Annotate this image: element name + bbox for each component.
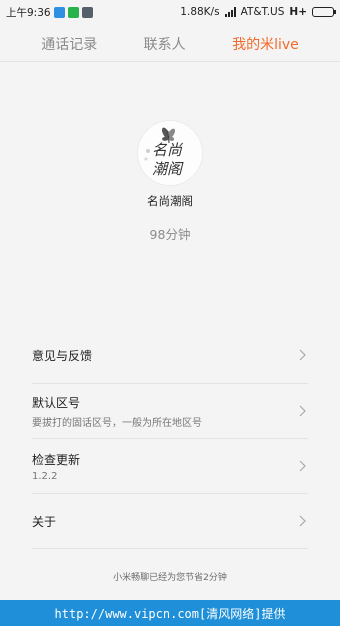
tab-divider: [0, 61, 340, 62]
photo-icon: [81, 6, 93, 18]
status-bar: 上午9:36 1.88K/s AT&T.US H+: [0, 0, 340, 24]
net-speed: 1.88K/s: [180, 6, 220, 18]
app-version: 1.2.2: [32, 470, 58, 482]
battery-icon: [312, 7, 336, 17]
savings-note: 小米畅聊已经为您节省2分钟: [113, 573, 227, 583]
chevron-right-icon: [299, 349, 306, 361]
menu-item-subtitle: 要拔打的固话区号，一般为所在地区号: [32, 417, 202, 429]
watermark-banner: http://www.vipcn.com[清风网络]提供: [0, 600, 340, 626]
tab-contacts[interactable]: 联系人: [144, 34, 186, 54]
profile-name: 名尚潮阁: [147, 194, 193, 208]
tab-call-log[interactable]: 通话记录: [41, 34, 97, 54]
chevron-right-icon: [299, 460, 306, 472]
avatar[interactable]: 名尚 潮阁: [137, 120, 203, 186]
menu-item-about[interactable]: 关于: [32, 494, 308, 549]
menu-item-title: 检查更新: [32, 452, 81, 467]
menu-item-check-update[interactable]: 检查更新 1.2.2: [32, 439, 308, 494]
tab-my-milive[interactable]: 我的米live: [232, 34, 299, 54]
menu-item-title: 意见与反馈: [32, 348, 93, 363]
profile-section: 名尚 潮阁 名尚潮阁 98分钟: [0, 120, 340, 243]
app-notification-icon: [53, 6, 65, 18]
signal-icon: [224, 7, 236, 17]
chevron-right-icon: [299, 515, 306, 527]
status-right: 1.88K/s AT&T.US H+: [180, 6, 336, 18]
tab-bar: 通话记录 联系人 我的米live: [0, 28, 340, 60]
menu-item-title: 默认区号: [32, 395, 81, 410]
chevron-right-icon: [299, 405, 306, 417]
status-time: 上午9:36: [6, 6, 51, 19]
avatar-text: 名尚 潮阁: [152, 141, 183, 178]
settings-menu: 意见与反馈 默认区号 要拔打的固话区号，一般为所在地区号 检查更新 1.2.2 …: [32, 327, 308, 549]
menu-item-default-area-code[interactable]: 默认区号 要拔打的固话区号，一般为所在地区号: [32, 384, 308, 439]
minutes-balance: 98分钟: [149, 227, 191, 242]
menu-item-feedback[interactable]: 意见与反馈: [32, 327, 308, 384]
menu-item-title: 关于: [32, 514, 57, 529]
network-type: H+: [289, 6, 307, 18]
carrier-name: AT&T.US: [240, 6, 285, 18]
wechat-icon: [67, 6, 79, 18]
status-left: 上午9:36: [6, 5, 93, 20]
